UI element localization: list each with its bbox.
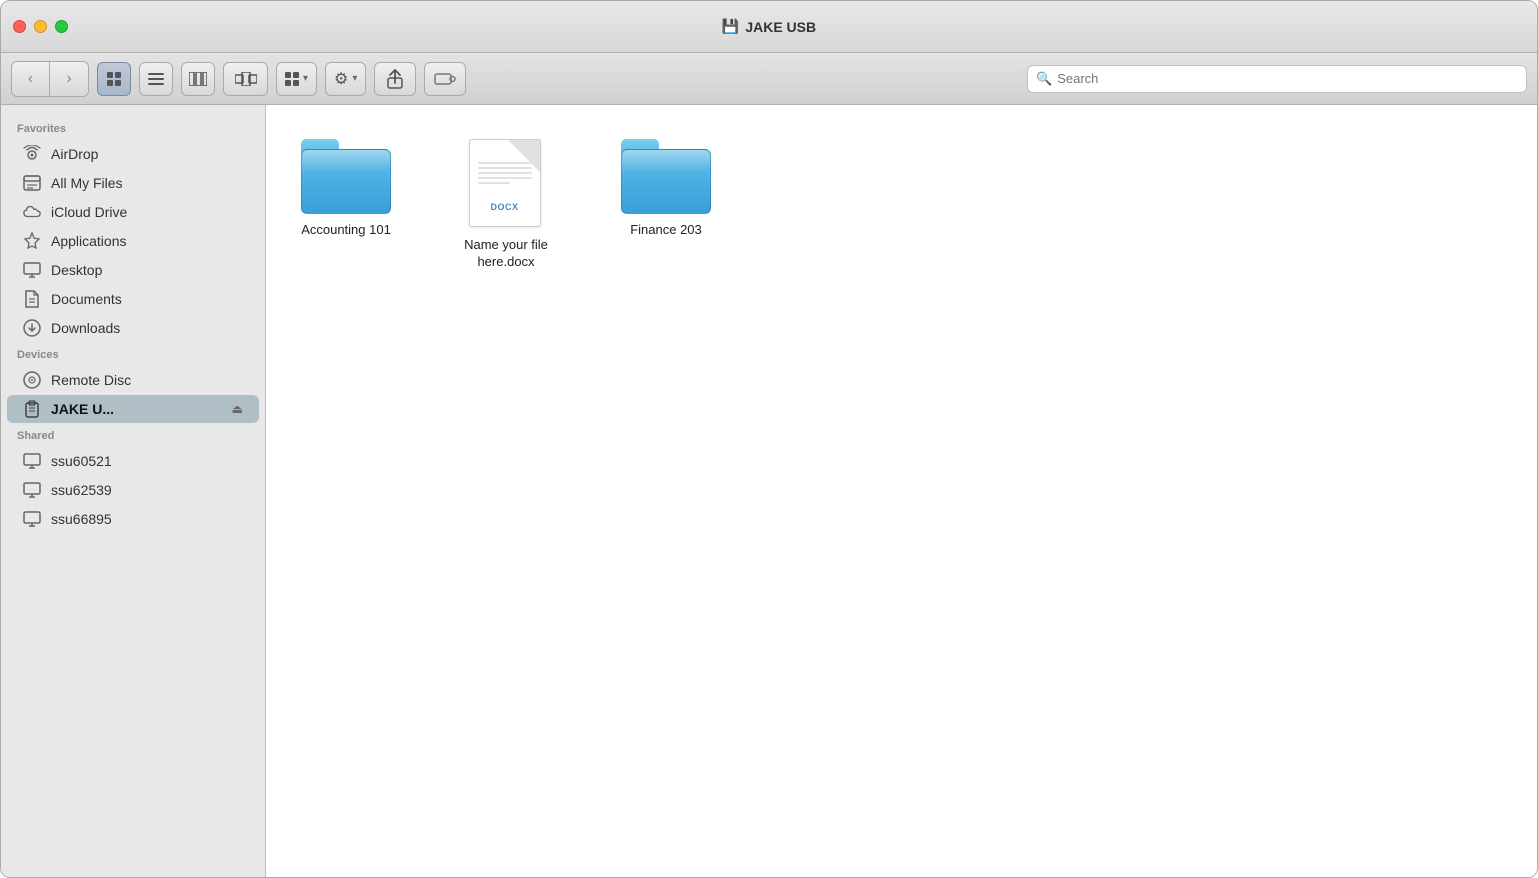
file-item-docx[interactable]: DOCX Name your file here.docx <box>456 135 556 275</box>
eject-button[interactable]: ⏏ <box>232 402 243 416</box>
sidebar-item-ssu60521[interactable]: ssu60521 <box>7 447 259 475</box>
all-my-files-icon <box>23 174 41 192</box>
column-view-icon <box>189 72 207 86</box>
usb-drive-icon: 💾 <box>722 18 739 35</box>
main-area: Favorites AirDrop <box>1 105 1537 877</box>
sidebar-item-jake-usb[interactable]: JAKE U... ⏏ <box>7 395 259 423</box>
icloud-label: iCloud Drive <box>51 204 127 220</box>
sidebar-item-ssu62539[interactable]: ssu62539 <box>7 476 259 504</box>
search-input[interactable] <box>1057 71 1518 86</box>
documents-label: Documents <box>51 291 122 307</box>
forward-icon: › <box>66 70 71 88</box>
sidebar-item-downloads[interactable]: Downloads <box>7 314 259 342</box>
action-dropdown[interactable]: ⚙ ▾ <box>325 62 366 96</box>
coverflow-icon <box>235 72 257 86</box>
ssu66895-label: ssu66895 <box>51 511 112 527</box>
sidebar: Favorites AirDrop <box>1 105 266 877</box>
search-icon: 🔍 <box>1036 71 1052 87</box>
ssu62539-icon <box>23 481 41 499</box>
devices-section-title: Devices <box>1 343 265 365</box>
arrange-chevron-icon: ▾ <box>303 73 308 84</box>
title-label: JAKE USB <box>745 19 816 35</box>
downloads-label: Downloads <box>51 320 120 336</box>
remote-disc-label: Remote Disc <box>51 372 131 388</box>
content-area: Accounting 101 DOCX <box>266 105 1537 877</box>
share-button[interactable] <box>374 62 416 96</box>
sidebar-item-all-my-files[interactable]: All My Files <box>7 169 259 197</box>
file-name-accounting-101: Accounting 101 <box>301 222 391 239</box>
sidebar-item-airdrop[interactable]: AirDrop <box>7 140 259 168</box>
ssu66895-icon <box>23 510 41 528</box>
applications-icon <box>23 232 41 250</box>
applications-label: Applications <box>51 233 127 249</box>
folder-icon-finance <box>621 139 711 214</box>
tag-icon <box>434 72 456 86</box>
search-bar[interactable]: 🔍 <box>1027 65 1527 93</box>
view-coverflow-button[interactable] <box>223 62 268 96</box>
folder-icon-accounting <box>301 139 391 214</box>
nav-button-group: ‹ › <box>11 61 89 97</box>
file-name-finance-203: Finance 203 <box>630 222 702 239</box>
finder-window: 💾 JAKE USB ‹ › <box>0 0 1538 878</box>
list-view-icon <box>148 72 164 86</box>
view-list-button[interactable] <box>139 62 173 96</box>
sidebar-item-icloud-drive[interactable]: iCloud Drive <box>7 198 259 226</box>
tag-button[interactable] <box>424 62 466 96</box>
gear-chevron-icon: ▾ <box>352 73 357 84</box>
desktop-icon <box>23 261 41 279</box>
ssu62539-label: ssu62539 <box>51 482 112 498</box>
sidebar-item-applications[interactable]: Applications <box>7 227 259 255</box>
icloud-icon <box>23 203 41 221</box>
gear-icon: ⚙ <box>334 69 348 89</box>
all-my-files-label: All My Files <box>51 175 123 191</box>
view-column-button[interactable] <box>181 62 215 96</box>
ssu60521-icon <box>23 452 41 470</box>
jake-usb-icon <box>23 400 41 418</box>
view-icon-grid-button[interactable] <box>97 62 131 96</box>
back-icon: ‹ <box>28 70 33 88</box>
remote-disc-icon <box>23 371 41 389</box>
toolbar: ‹ › <box>1 53 1537 105</box>
arrange-icon <box>285 72 299 86</box>
jake-usb-label: JAKE U... <box>51 401 114 417</box>
back-button[interactable]: ‹ <box>12 62 50 96</box>
minimize-button[interactable] <box>34 20 47 33</box>
maximize-button[interactable] <box>55 20 68 33</box>
sidebar-item-desktop[interactable]: Desktop <box>7 256 259 284</box>
file-name-docx: Name your file here.docx <box>460 237 552 271</box>
documents-icon <box>23 290 41 308</box>
traffic-lights <box>13 20 68 33</box>
arrange-dropdown[interactable]: ▾ <box>276 62 317 96</box>
downloads-icon <box>23 319 41 337</box>
ssu60521-label: ssu60521 <box>51 453 112 469</box>
airdrop-label: AirDrop <box>51 146 98 162</box>
shared-section-title: Shared <box>1 424 265 446</box>
window-title: 💾 JAKE USB <box>722 18 816 35</box>
sidebar-item-remote-disc[interactable]: Remote Disc <box>7 366 259 394</box>
sidebar-item-ssu66895[interactable]: ssu66895 <box>7 505 259 533</box>
favorites-section-title: Favorites <box>1 117 265 139</box>
grid-view-icon <box>107 72 121 86</box>
file-item-finance-203[interactable]: Finance 203 <box>616 135 716 243</box>
close-button[interactable] <box>13 20 26 33</box>
docx-icon: DOCX <box>469 139 544 229</box>
forward-button[interactable]: › <box>50 62 88 96</box>
title-bar: 💾 JAKE USB <box>1 1 1537 53</box>
desktop-label: Desktop <box>51 262 102 278</box>
file-item-accounting-101[interactable]: Accounting 101 <box>296 135 396 243</box>
share-icon <box>387 69 403 89</box>
airdrop-icon <box>23 145 41 163</box>
sidebar-item-documents[interactable]: Documents <box>7 285 259 313</box>
